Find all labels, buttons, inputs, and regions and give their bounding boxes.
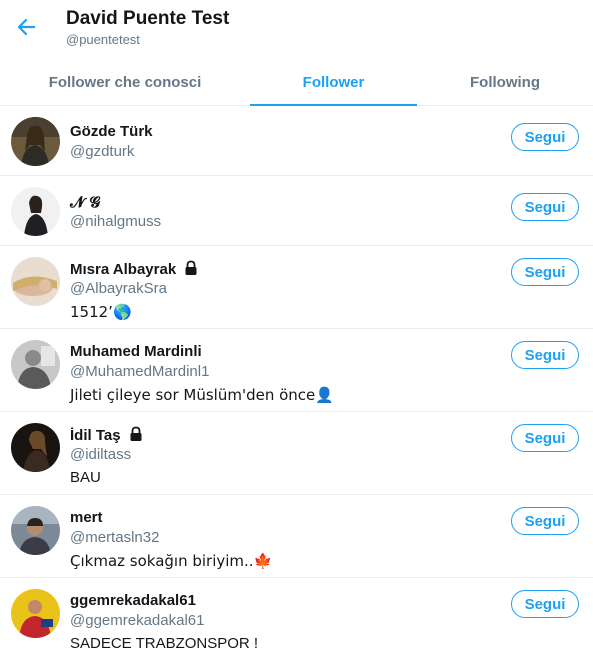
user-handle: @AlbayrakSra	[70, 280, 167, 297]
user-bio: BAU	[70, 469, 101, 486]
avatar[interactable]	[11, 423, 60, 472]
follower-row[interactable]: Mısra Albayrak @AlbayrakSra 1512’🌎 Segui	[0, 246, 593, 329]
user-handle: @MuhamedMardinl1	[70, 363, 210, 380]
follow-button[interactable]: Segui	[511, 424, 579, 452]
tab-followers[interactable]: Follower	[250, 60, 417, 106]
tab-following[interactable]: Following	[417, 60, 593, 105]
avatar[interactable]	[11, 340, 60, 389]
avatar[interactable]	[11, 117, 60, 166]
user-name[interactable]: Mısra Albayrak	[70, 261, 176, 278]
user-bio: Jileti çileye sor Müslüm'den önce👤	[70, 386, 334, 404]
user-name[interactable]: Muhamed Mardinli	[70, 343, 202, 360]
avatar[interactable]	[11, 187, 60, 236]
user-handle: @mertasln32	[70, 529, 160, 546]
avatar[interactable]	[11, 589, 60, 638]
follow-button[interactable]: Segui	[511, 193, 579, 221]
user-handle: @idiltass	[70, 446, 132, 463]
user-handle: @nihalgmuss	[70, 213, 162, 230]
follow-button[interactable]: Segui	[511, 258, 579, 286]
user-handle: @gzdturk	[70, 143, 135, 160]
tab-bar: Follower che conosci Follower Following	[0, 60, 593, 106]
user-handle: @ggemrekadakal61	[70, 612, 205, 629]
user-name-line: Mısra Albayrak	[70, 260, 199, 278]
user-bio: SADECE TRABZONSPOR !	[70, 635, 259, 652]
follow-button[interactable]: Segui	[511, 341, 579, 369]
user-name[interactable]: ggemrekadakal61	[70, 592, 196, 609]
follower-list: Gözde Türk @gzdturk Segui 𝓝 𝓖 @nihalgmus…	[0, 106, 593, 661]
follow-button[interactable]: Segui	[511, 590, 579, 618]
user-name[interactable]: 𝓝 𝓖	[70, 193, 100, 211]
page-title: David Puente Test	[66, 8, 230, 29]
follower-row[interactable]: Muhamed Mardinli @MuhamedMardinl1 Jileti…	[0, 329, 593, 412]
avatar[interactable]	[11, 257, 60, 306]
user-bio: Çıkmaz sokağın biriyim..🍁	[70, 552, 273, 570]
follow-button[interactable]: Segui	[511, 507, 579, 535]
follower-row[interactable]: 𝓝 𝓖 @nihalgmuss Segui	[0, 176, 593, 246]
profile-header: David Puente Test @puentetest	[0, 0, 593, 60]
user-name-line: İdil Taş	[70, 426, 144, 444]
back-button[interactable]	[12, 12, 42, 42]
user-name[interactable]: İdil Taş	[70, 427, 121, 444]
lock-icon	[130, 426, 142, 441]
follower-row[interactable]: Gözde Türk @gzdturk Segui	[0, 106, 593, 176]
follower-row[interactable]: mert @mertasln32 Çıkmaz sokağın biriyim.…	[0, 495, 593, 578]
user-bio: 1512’🌎	[70, 303, 132, 321]
lock-icon	[185, 260, 197, 275]
follower-row[interactable]: İdil Taş @idiltass BAU Segui	[0, 412, 593, 495]
tab-followers-you-know[interactable]: Follower che conosci	[0, 60, 250, 105]
follower-row[interactable]: ggemrekadakal61 @ggemrekadakal61 SADECE …	[0, 578, 593, 661]
user-name[interactable]: mert	[70, 509, 103, 526]
avatar[interactable]	[11, 506, 60, 555]
user-name[interactable]: Gözde Türk	[70, 123, 153, 140]
arrow-left-icon	[17, 18, 36, 36]
profile-handle: @puentetest	[66, 32, 140, 47]
follow-button[interactable]: Segui	[511, 123, 579, 151]
